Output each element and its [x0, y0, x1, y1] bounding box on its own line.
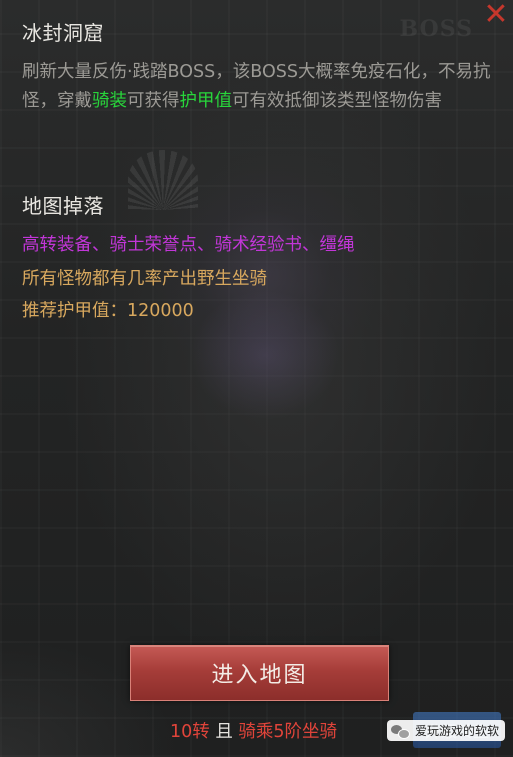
description-highlight-armor: 护甲值 [179, 91, 233, 111]
map-title: 冰封洞窟 [22, 21, 104, 45]
background-fan-decoration [128, 150, 198, 210]
drops-title: 地图掉落 [22, 194, 104, 218]
background-watermark-text: BOSS [399, 16, 473, 42]
requirement-mount: 骑乘5阶坐骑 [238, 722, 338, 742]
background-mount-figure [190, 290, 340, 420]
description-highlight-mount-gear: 骑装 [92, 91, 127, 111]
requirement-joiner: 且 [209, 722, 239, 742]
wechat-icon [390, 723, 410, 739]
source-watermark: 爱玩游戏的软软 [386, 720, 505, 741]
requirement-rebirth: 10转 [169, 722, 210, 742]
map-info-panel: BOSS ✕ 冰封洞窟 刷新大量反伤·践踏BOSS，该BOSS大概率免疫石化，不… [0, 0, 513, 757]
watermark-text: 爱玩游戏的软软 [414, 724, 499, 738]
map-description: 刷新大量反伤·践踏BOSS，该BOSS大概率免疫石化，不易抗怪，穿戴骑装可获得护… [22, 58, 492, 116]
close-icon[interactable]: ✕ [479, 0, 513, 34]
enter-map-button[interactable]: 进入地图 [130, 645, 389, 701]
description-text: 可获得 [127, 91, 180, 111]
recommended-armor: 推荐护甲值：120000 [22, 301, 194, 321]
drop-wild-mount: 所有怪物都有几率产出野生坐骑 [22, 269, 267, 289]
drop-items: 高转装备、骑士荣誉点、骑术经验书、缰绳 [22, 235, 355, 255]
description-text: 可有效抵御该类型怪物伤害 [232, 91, 442, 111]
